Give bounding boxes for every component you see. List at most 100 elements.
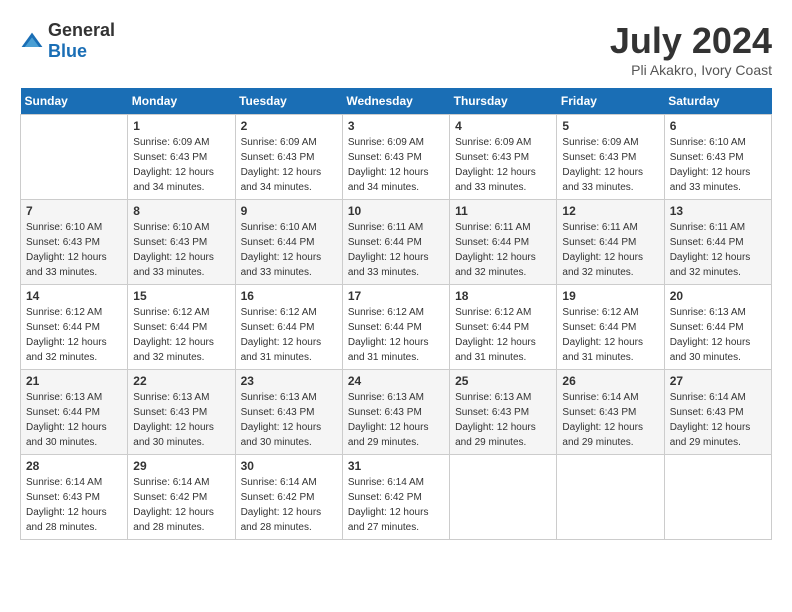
month-title: July 2024	[610, 20, 772, 62]
col-saturday: Saturday	[664, 88, 771, 115]
day-number: 21	[26, 374, 122, 388]
day-number: 4	[455, 119, 551, 133]
table-row: 1Sunrise: 6:09 AM Sunset: 6:43 PM Daylig…	[128, 115, 235, 200]
table-row: 7 Sunrise: 6:10 AM Sunset: 6:43 PM Daylig…	[21, 200, 128, 285]
table-row: 9Sunrise: 6:10 AM Sunset: 6:44 PM Daylig…	[235, 200, 342, 285]
day-number: 2	[241, 119, 337, 133]
day-info: Sunrise: 6:13 AM Sunset: 6:43 PM Dayligh…	[348, 390, 444, 450]
day-number: 1	[133, 119, 229, 133]
day-number: 20	[670, 289, 766, 303]
day-info: Sunrise: 6:10 AM Sunset: 6:44 PM Dayligh…	[241, 220, 337, 280]
table-row	[557, 455, 664, 540]
day-number: 28	[26, 459, 122, 473]
day-number: 6	[670, 119, 766, 133]
col-sunday: Sunday	[21, 88, 128, 115]
table-row: 23Sunrise: 6:13 AM Sunset: 6:43 PM Dayli…	[235, 370, 342, 455]
day-info: Sunrise: 6:14 AM Sunset: 6:42 PM Dayligh…	[348, 475, 444, 535]
day-info: Sunrise: 6:11 AM Sunset: 6:44 PM Dayligh…	[348, 220, 444, 280]
day-info: Sunrise: 6:12 AM Sunset: 6:44 PM Dayligh…	[26, 305, 122, 365]
col-friday: Friday	[557, 88, 664, 115]
table-row: 30 Sunrise: 6:14 AM Sunset: 6:42 PM Dayli…	[235, 455, 342, 540]
day-info: Sunrise: 6:12 AM Sunset: 6:44 PM Dayligh…	[241, 305, 337, 365]
title-area: July 2024 Pli Akakro, Ivory Coast	[610, 20, 772, 78]
day-info: Sunrise: 6:11 AM Sunset: 6:44 PM Dayligh…	[670, 220, 766, 280]
day-number: 24	[348, 374, 444, 388]
day-number: 27	[670, 374, 766, 388]
col-thursday: Thursday	[450, 88, 557, 115]
day-number: 23	[241, 374, 337, 388]
table-row: 8Sunrise: 6:10 AM Sunset: 6:43 PM Daylig…	[128, 200, 235, 285]
day-info: Sunrise: 6:09 AM Sunset: 6:43 PM Dayligh…	[562, 135, 658, 195]
table-row: 10 Sunrise: 6:11 AM Sunset: 6:44 PM Dayli…	[342, 200, 449, 285]
table-row: 14 Sunrise: 6:12 AM Sunset: 6:44 PM Dayli…	[21, 285, 128, 370]
table-row: 13 Sunrise: 6:11 AM Sunset: 6:44 PM Dayli…	[664, 200, 771, 285]
calendar-week-row: 21 Sunrise: 6:13 AM Sunset: 6:44 PM Dayli…	[21, 370, 772, 455]
table-row: 26Sunrise: 6:14 AM Sunset: 6:43 PM Dayli…	[557, 370, 664, 455]
day-info: Sunrise: 6:12 AM Sunset: 6:44 PM Dayligh…	[455, 305, 551, 365]
calendar-week-row: 1 Sunrise: 6:09 AM Sunset: 6:43 PM Daylig…	[21, 115, 772, 200]
day-info: Sunrise: 6:11 AM Sunset: 6:44 PM Dayligh…	[455, 220, 551, 280]
day-info: Sunrise: 6:14 AM Sunset: 6:43 PM Dayligh…	[26, 475, 122, 535]
table-row: 24 Sunrise: 6:13 AM Sunset: 6:43 PM Dayli…	[342, 370, 449, 455]
day-number: 10	[348, 204, 444, 218]
day-info: Sunrise: 6:12 AM Sunset: 6:44 PM Dayligh…	[348, 305, 444, 365]
logo-blue-text: Blue	[48, 41, 87, 61]
table-row: 21 Sunrise: 6:13 AM Sunset: 6:44 PM Dayli…	[21, 370, 128, 455]
table-row: 5 Sunrise: 6:09 AM Sunset: 6:43 PM Daylig…	[557, 115, 664, 200]
table-row	[664, 455, 771, 540]
calendar-week-row: 28 Sunrise: 6:14 AM Sunset: 6:43 PM Dayli…	[21, 455, 772, 540]
day-number: 25	[455, 374, 551, 388]
day-number: 13	[670, 204, 766, 218]
day-info: Sunrise: 6:10 AM Sunset: 6:43 PM Dayligh…	[26, 220, 122, 280]
day-info: Sunrise: 6:09 AM Sunset: 6:43 PM Dayligh…	[241, 135, 337, 195]
col-wednesday: Wednesday	[342, 88, 449, 115]
day-number: 30	[241, 459, 337, 473]
day-number: 29	[133, 459, 229, 473]
day-info: Sunrise: 6:13 AM Sunset: 6:44 PM Dayligh…	[26, 390, 122, 450]
day-number: 5	[562, 119, 658, 133]
calendar-header-row: Sunday Monday Tuesday Wednesday Thursday…	[21, 88, 772, 115]
day-info: Sunrise: 6:12 AM Sunset: 6:44 PM Dayligh…	[133, 305, 229, 365]
logo: General Blue	[20, 20, 115, 62]
table-row: 31 Sunrise: 6:14 AM Sunset: 6:42 PM Dayli…	[342, 455, 449, 540]
day-info: Sunrise: 6:14 AM Sunset: 6:42 PM Dayligh…	[241, 475, 337, 535]
calendar-week-row: 14 Sunrise: 6:12 AM Sunset: 6:44 PM Dayli…	[21, 285, 772, 370]
day-number: 31	[348, 459, 444, 473]
col-monday: Monday	[128, 88, 235, 115]
table-row: 19 Sunrise: 6:12 AM Sunset: 6:44 PM Dayli…	[557, 285, 664, 370]
page-header: General Blue July 2024 Pli Akakro, Ivory…	[20, 20, 772, 78]
day-info: Sunrise: 6:09 AM Sunset: 6:43 PM Dayligh…	[348, 135, 444, 195]
day-info: Sunrise: 6:11 AM Sunset: 6:44 PM Dayligh…	[562, 220, 658, 280]
table-row: 29Sunrise: 6:14 AM Sunset: 6:42 PM Dayli…	[128, 455, 235, 540]
table-row: 11Sunrise: 6:11 AM Sunset: 6:44 PM Dayli…	[450, 200, 557, 285]
col-tuesday: Tuesday	[235, 88, 342, 115]
day-number: 16	[241, 289, 337, 303]
day-number: 17	[348, 289, 444, 303]
table-row: 17 Sunrise: 6:12 AM Sunset: 6:44 PM Dayli…	[342, 285, 449, 370]
calendar-week-row: 7 Sunrise: 6:10 AM Sunset: 6:43 PM Daylig…	[21, 200, 772, 285]
table-row: 28 Sunrise: 6:14 AM Sunset: 6:43 PM Dayli…	[21, 455, 128, 540]
day-info: Sunrise: 6:13 AM Sunset: 6:43 PM Dayligh…	[133, 390, 229, 450]
day-number: 19	[562, 289, 658, 303]
day-number: 3	[348, 119, 444, 133]
day-info: Sunrise: 6:14 AM Sunset: 6:43 PM Dayligh…	[562, 390, 658, 450]
table-row: 27 Sunrise: 6:14 AM Sunset: 6:43 PM Dayli…	[664, 370, 771, 455]
day-info: Sunrise: 6:10 AM Sunset: 6:43 PM Dayligh…	[670, 135, 766, 195]
day-number: 22	[133, 374, 229, 388]
table-row: 20 Sunrise: 6:13 AM Sunset: 6:44 PM Dayli…	[664, 285, 771, 370]
table-row: 3 Sunrise: 6:09 AM Sunset: 6:43 PM Daylig…	[342, 115, 449, 200]
table-row	[450, 455, 557, 540]
day-number: 7	[26, 204, 122, 218]
table-row	[21, 115, 128, 200]
general-blue-logo-icon	[20, 31, 44, 51]
day-info: Sunrise: 6:14 AM Sunset: 6:43 PM Dayligh…	[670, 390, 766, 450]
day-number: 18	[455, 289, 551, 303]
day-info: Sunrise: 6:12 AM Sunset: 6:44 PM Dayligh…	[562, 305, 658, 365]
table-row: 12Sunrise: 6:11 AM Sunset: 6:44 PM Dayli…	[557, 200, 664, 285]
table-row: 25Sunrise: 6:13 AM Sunset: 6:43 PM Dayli…	[450, 370, 557, 455]
day-info: Sunrise: 6:13 AM Sunset: 6:44 PM Dayligh…	[670, 305, 766, 365]
table-row: 4 Sunrise: 6:09 AM Sunset: 6:43 PM Daylig…	[450, 115, 557, 200]
day-info: Sunrise: 6:09 AM Sunset: 6:43 PM Dayligh…	[455, 135, 551, 195]
day-number: 15	[133, 289, 229, 303]
day-number: 14	[26, 289, 122, 303]
